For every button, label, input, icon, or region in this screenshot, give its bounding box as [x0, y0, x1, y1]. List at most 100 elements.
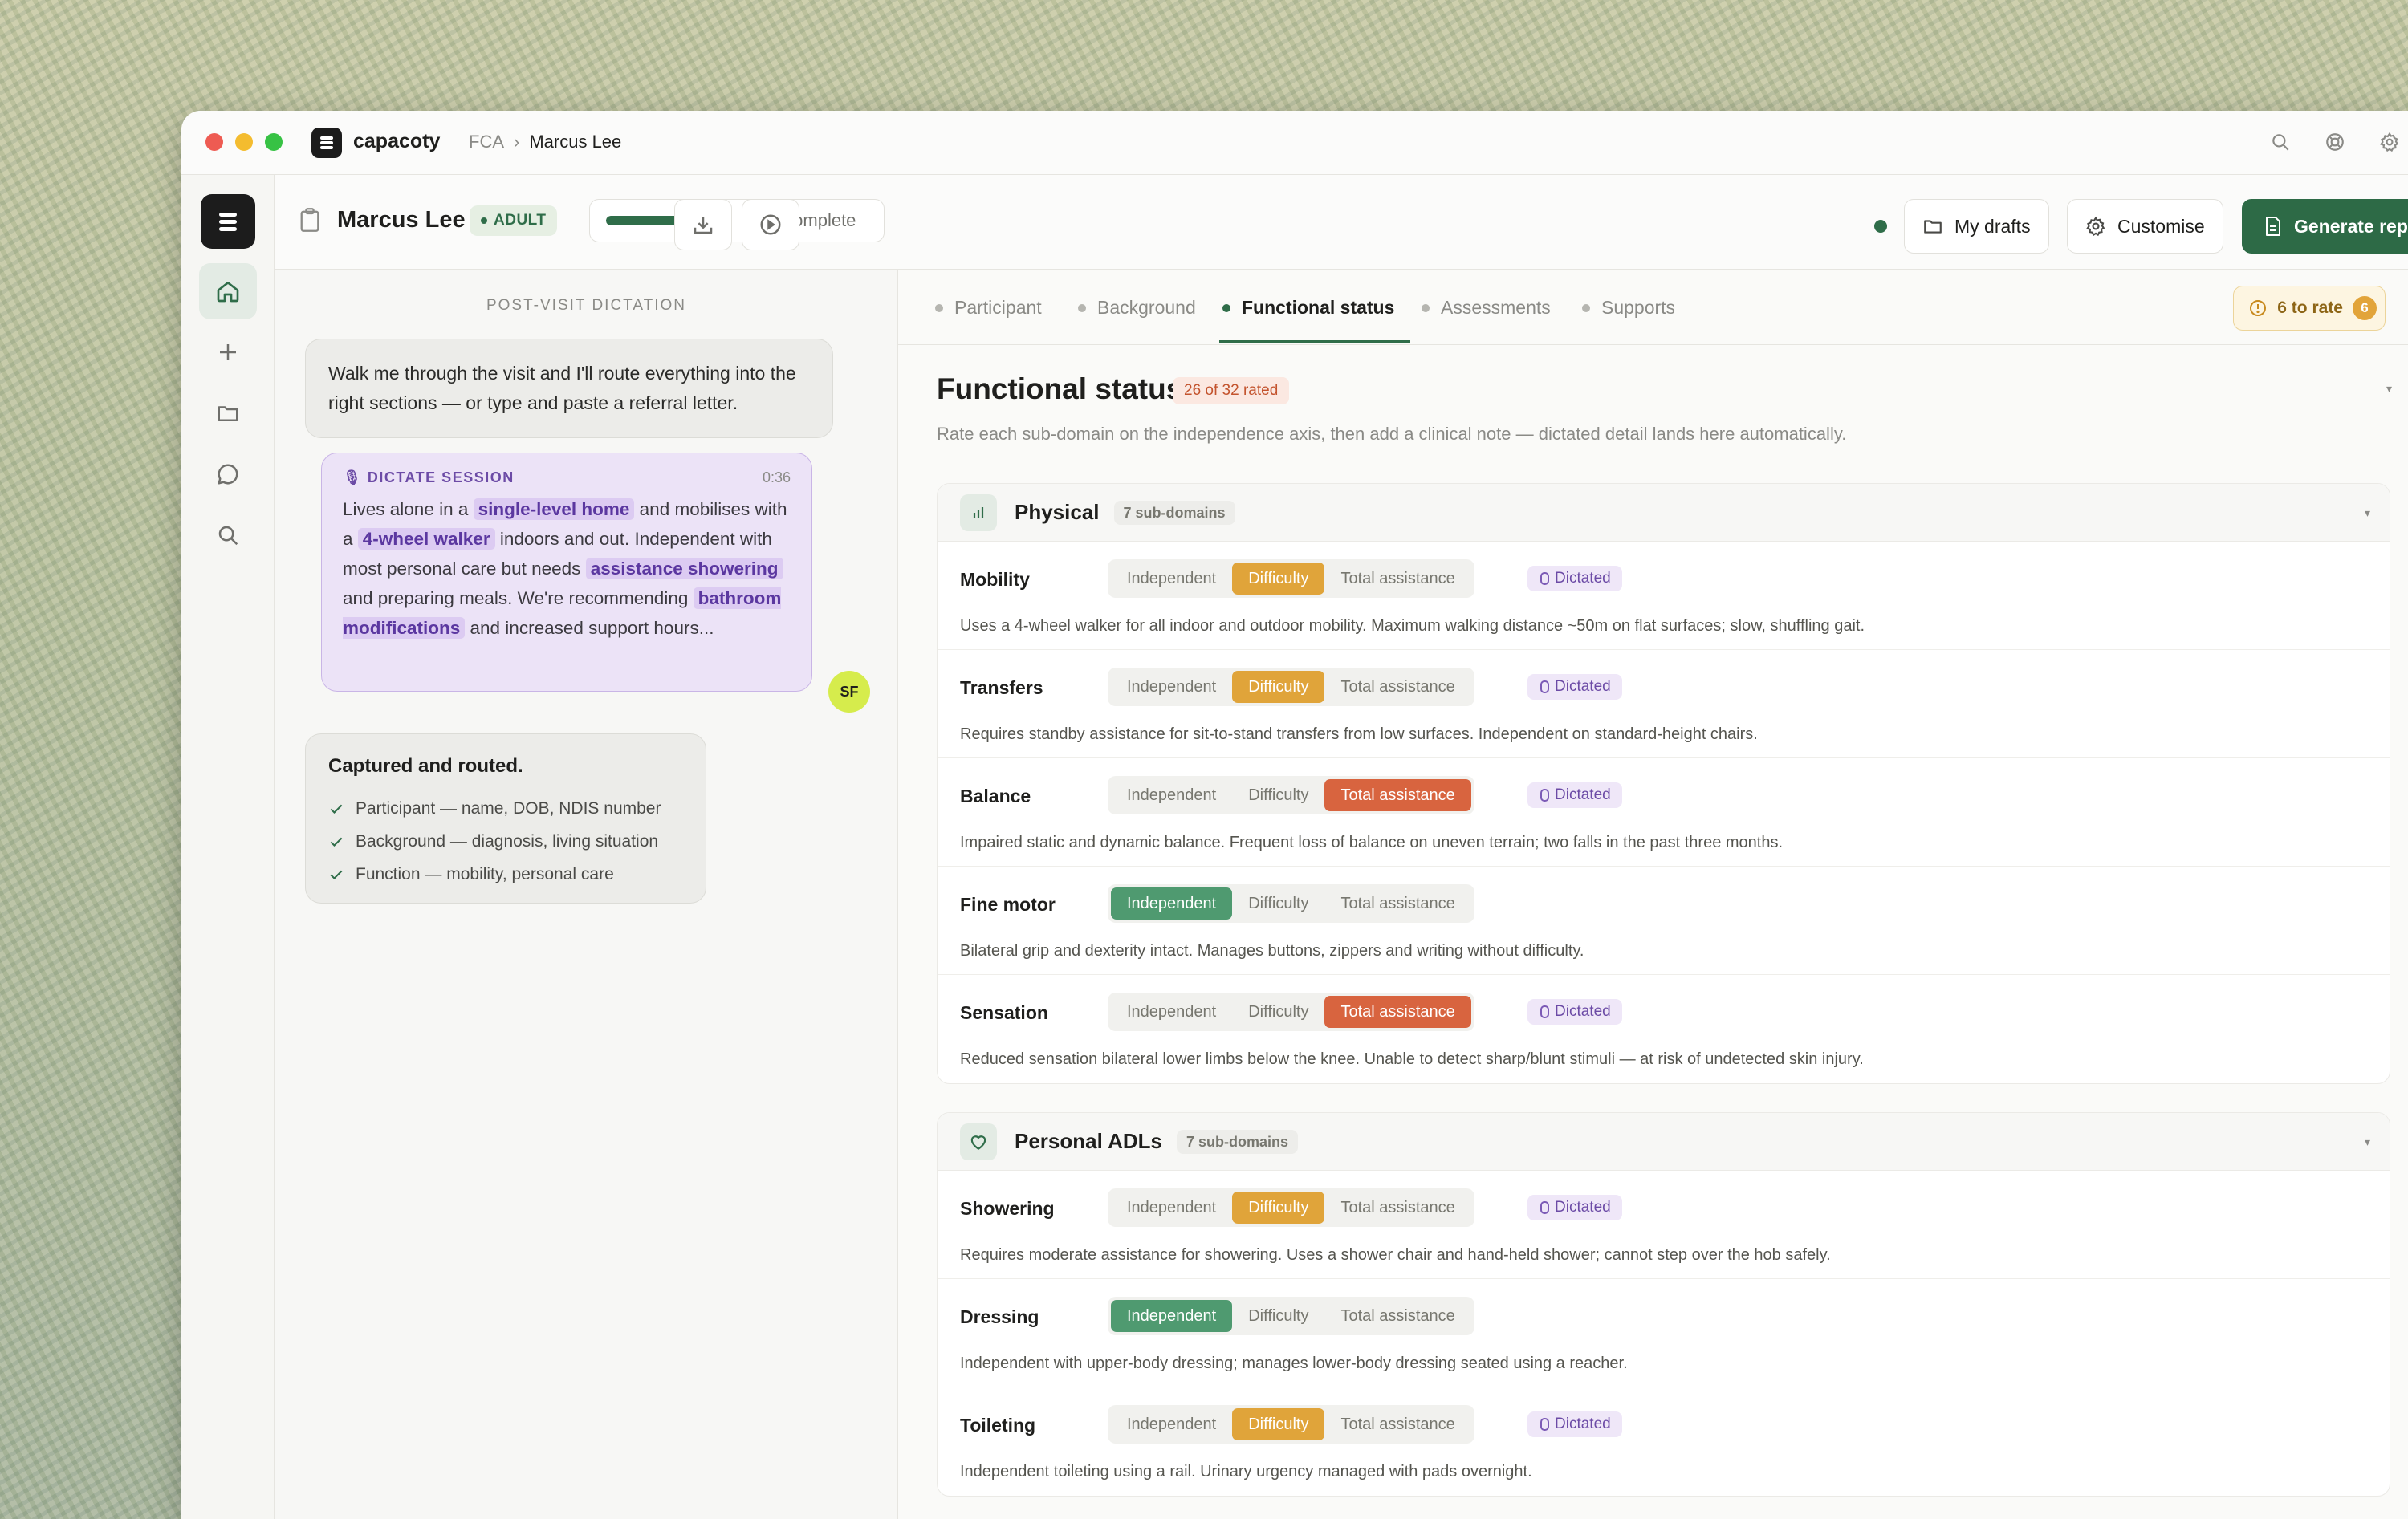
customise-button[interactable]: Customise [2067, 199, 2223, 254]
rating-option-difficulty[interactable]: Difficulty [1232, 779, 1324, 811]
subdomain-label: Mobility [960, 569, 1030, 590]
routed-highlight[interactable]: assistance showering [585, 558, 783, 579]
transcript-text: Lives alone in a [343, 499, 474, 519]
close-window-button[interactable] [205, 133, 223, 151]
clinical-note[interactable]: Independent with upper-body dressing; ma… [960, 1355, 1628, 1373]
subdomain-label: Fine motor [960, 894, 1056, 915]
routed-highlight[interactable]: 4-wheel walker [357, 528, 495, 550]
domain-card-personal-adls: Personal ADLs 7 sub-domains ▾ Showering Inde… [937, 1112, 2390, 1497]
independence-rating-control: Independent Difficulty Total assistance [1108, 884, 1474, 923]
page-description: Rate each sub-domain on the independence… [937, 424, 1847, 444]
generate-report-button[interactable]: Generate report [2242, 199, 2408, 254]
captured-item-label: Participant — name, DOB, NDIS number [356, 798, 661, 818]
independence-rating-control: Independent Difficulty Total assistance [1108, 668, 1474, 706]
search-icon[interactable] [2268, 130, 2292, 154]
help-icon[interactable] [2323, 130, 2347, 154]
rating-option-independent[interactable]: Independent [1111, 887, 1233, 920]
maximize-window-button[interactable] [265, 133, 283, 151]
rating-option-total-assistance[interactable]: Total assistance [1324, 1192, 1470, 1224]
rating-option-difficulty[interactable]: Difficulty [1232, 671, 1325, 703]
minimize-window-button[interactable] [235, 133, 253, 151]
clinical-note[interactable]: Uses a 4-wheel walker for all indoor and… [960, 617, 1865, 636]
user-avatar[interactable]: SF [828, 671, 870, 713]
rating-option-total-assistance[interactable]: Total assistance [1324, 887, 1470, 920]
tab-assessments[interactable]: Assessments [1422, 297, 1551, 319]
rating-option-total-assistance[interactable]: Total assistance [1324, 1408, 1470, 1440]
independence-rating-control: Independent Difficulty Total assistance [1108, 776, 1474, 814]
gear-icon [2086, 216, 2105, 237]
window-controls [205, 133, 283, 151]
rating-option-total-assistance[interactable]: Total assistance [1324, 671, 1470, 703]
search-icon[interactable] [199, 507, 257, 563]
dictation-section-title: POST-VISIT DICTATION [307, 297, 866, 315]
session-header: 🎙 DICTATE SESSION 0:36 [343, 469, 791, 486]
captured-item: Participant — name, DOB, NDIS number [328, 792, 683, 825]
rating-option-total-assistance[interactable]: Total assistance [1324, 563, 1470, 595]
clinical-note[interactable]: Bilateral grip and dexterity intact. Man… [960, 942, 1584, 961]
chat-icon[interactable] [199, 446, 257, 502]
to-rate-badge[interactable]: 6 to rate 6 [2233, 286, 2386, 331]
dictated-badge: Dictated [1527, 782, 1622, 808]
tab-background[interactable]: Background [1078, 297, 1196, 319]
independence-rating-control: Independent Difficulty Total assistance [1108, 1188, 1474, 1227]
add-icon[interactable] [199, 324, 257, 380]
subdomain-label: Dressing [960, 1306, 1039, 1327]
breadcrumb: FCA › Marcus Lee [469, 132, 621, 152]
tab-functional-status[interactable]: Functional status [1222, 297, 1394, 319]
rating-option-difficulty[interactable]: Difficulty [1232, 996, 1324, 1028]
domain-card-header[interactable]: Personal ADLs 7 sub-domains ▾ [938, 1113, 2390, 1171]
rating-option-difficulty[interactable]: Difficulty [1232, 1408, 1325, 1440]
rating-option-difficulty[interactable]: Difficulty [1232, 563, 1325, 595]
alert-circle-icon [2250, 300, 2267, 316]
domain-title: Physical [1015, 500, 1100, 524]
domain-card-header[interactable]: Physical 7 sub-domains ▾ [938, 484, 2390, 542]
rating-option-difficulty[interactable]: Difficulty [1232, 887, 1324, 920]
session-transcript: Lives alone in a single-level home and m… [343, 494, 791, 643]
rating-option-independent[interactable]: Independent [1111, 779, 1232, 811]
independence-rating-control: Independent Difficulty Total assistance [1108, 1405, 1474, 1444]
rating-option-independent[interactable]: Independent [1111, 1300, 1233, 1332]
dictated-badge: Dictated [1527, 566, 1622, 591]
collapse-caret-icon[interactable]: ▾ [2386, 382, 2392, 396]
play-button[interactable] [742, 199, 799, 250]
folder-icon[interactable] [199, 385, 257, 441]
subdomain-label: Toileting [960, 1415, 1036, 1436]
rating-option-total-assistance[interactable]: Total assistance [1324, 1300, 1470, 1332]
assistant-prompt-message: Walk me through the visit and I'll route… [305, 339, 833, 438]
download-button[interactable] [674, 199, 732, 250]
breadcrumb-fca[interactable]: FCA [469, 132, 504, 152]
rating-option-difficulty[interactable]: Difficulty [1232, 1192, 1325, 1224]
rating-option-independent[interactable]: Independent [1111, 996, 1232, 1028]
tab-supports[interactable]: Supports [1582, 297, 1675, 319]
rating-option-difficulty[interactable]: Difficulty [1232, 1300, 1324, 1332]
subdomain-count-badge: 7 sub-domains [1113, 500, 1235, 525]
my-drafts-button[interactable]: My drafts [1904, 199, 2049, 254]
routed-highlight[interactable]: single-level home [473, 498, 635, 520]
check-icon [330, 837, 343, 847]
rating-option-total-assistance[interactable]: Total assistance [1324, 779, 1471, 811]
check-icon [330, 804, 343, 814]
clinical-note[interactable]: Requires standby assistance for sit-to-s… [960, 725, 1758, 744]
clinical-note[interactable]: Requires moderate assistance for showeri… [960, 1246, 1831, 1265]
rail-logo[interactable] [201, 194, 255, 249]
session-timer: 0:36 [762, 469, 791, 485]
completion-progress: 75% complete [589, 199, 885, 242]
rating-option-total-assistance[interactable]: Total assistance [1324, 996, 1471, 1028]
rating-option-independent[interactable]: Independent [1111, 1192, 1232, 1224]
rating-option-independent[interactable]: Independent [1111, 671, 1232, 703]
rating-option-independent[interactable]: Independent [1111, 563, 1232, 595]
participant-header: Marcus Lee ADULT 75% complete My drafts … [275, 175, 2408, 270]
clinical-note[interactable]: Independent toileting using a rail. Urin… [960, 1463, 1532, 1481]
settings-gear-icon[interactable] [2377, 130, 2402, 154]
clinical-note[interactable]: Reduced sensation bilateral lower limbs … [960, 1050, 1864, 1069]
collapse-caret-icon[interactable]: ▾ [2365, 1135, 2370, 1149]
home-icon[interactable] [199, 263, 257, 319]
tab-participant[interactable]: Participant [935, 297, 1042, 319]
collapse-caret-icon[interactable]: ▾ [2365, 506, 2370, 520]
subdomain-row: Balance Independent Difficulty Total assist… [938, 758, 2390, 867]
independence-rating-control: Independent Difficulty Total assistance [1108, 559, 1474, 598]
clinical-note[interactable]: Impaired static and dynamic balance. Fre… [960, 834, 1783, 852]
folder-icon [1924, 220, 1942, 234]
dictate-session-card: 🎙 DICTATE SESSION 0:36 Lives alone in a … [321, 453, 812, 692]
rating-option-independent[interactable]: Independent [1111, 1408, 1232, 1440]
